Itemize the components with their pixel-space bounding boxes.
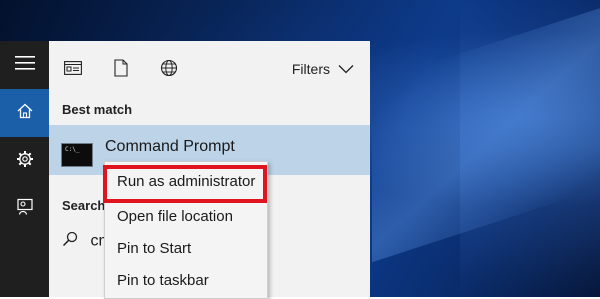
hamburger-menu-icon (14, 55, 35, 75)
best-match-heading: Best match (62, 102, 133, 117)
home-button[interactable] (0, 89, 49, 137)
feedback-icon (16, 198, 34, 221)
home-icon (17, 103, 33, 124)
context-menu: Run as administrator Open file location … (103, 161, 268, 299)
settings-button[interactable] (0, 137, 49, 185)
menu-item-pin-to-taskbar[interactable]: Pin to taskbar (105, 265, 267, 297)
menu-item-label: Open file location (117, 208, 233, 225)
menu-item-pin-to-start[interactable]: Pin to Start (105, 233, 267, 265)
hamburger-menu-button[interactable] (0, 41, 49, 89)
settings-gear-icon (16, 150, 34, 173)
best-match-title: Command Prompt (105, 138, 235, 155)
menu-item-run-as-administrator[interactable]: Run as administrator (103, 165, 267, 203)
wallpaper-light-glow (460, 0, 600, 297)
highlight-annotation-box (103, 165, 267, 203)
apps-filter-button[interactable] (62, 59, 84, 81)
menu-item-open-file-location[interactable]: Open file location (105, 201, 267, 233)
command-prompt-icon: C:\_ (61, 143, 93, 167)
feedback-button[interactable] (0, 185, 49, 233)
start-menu-rail (0, 41, 49, 297)
apps-icon (64, 60, 82, 80)
web-filter-button[interactable] (158, 59, 180, 81)
document-icon (114, 58, 128, 82)
menu-item-label: Pin to taskbar (117, 272, 209, 289)
search-heading: Search (62, 198, 106, 213)
chevron-down-icon (338, 61, 354, 77)
filters-label: Filters (291, 61, 330, 77)
web-globe-icon (160, 59, 178, 82)
filters-dropdown[interactable]: Filters (292, 61, 354, 77)
search-icon (62, 231, 78, 252)
documents-filter-button[interactable] (110, 58, 132, 82)
search-toolbar: Filters (49, 41, 370, 97)
menu-item-label: Pin to Start (117, 240, 192, 257)
